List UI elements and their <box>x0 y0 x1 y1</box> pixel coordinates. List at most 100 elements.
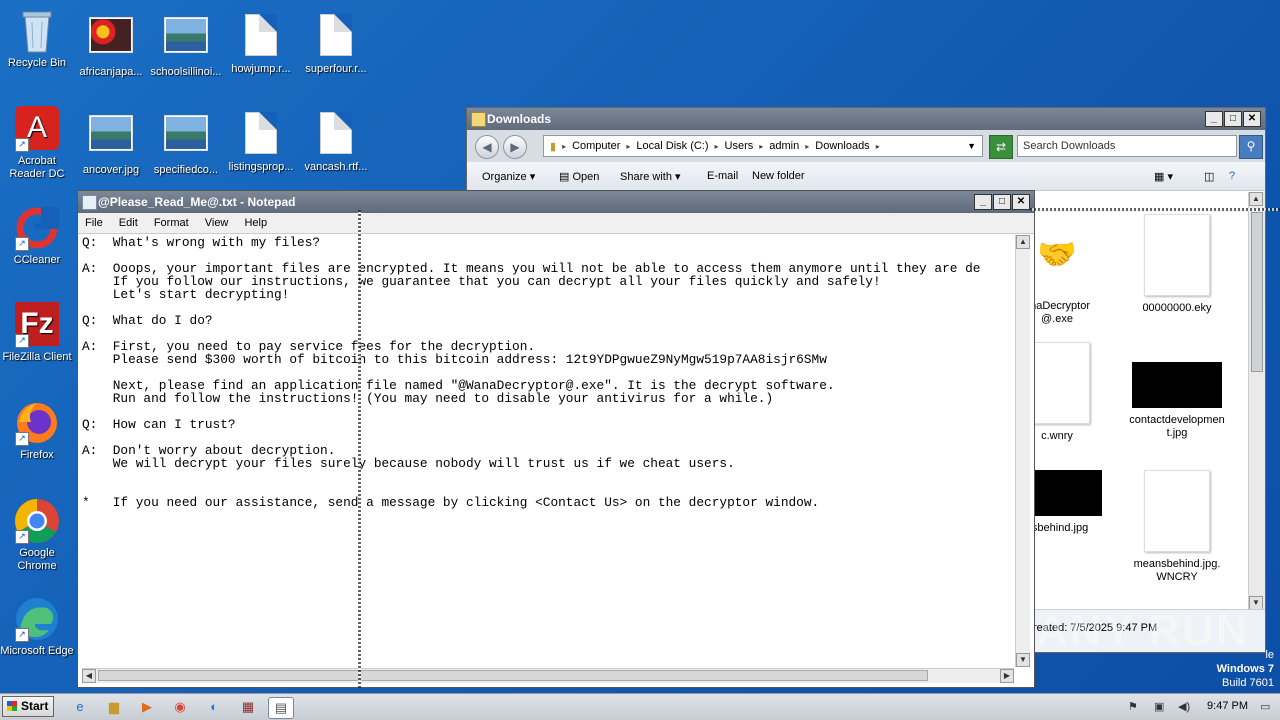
close-button[interactable]: ✕ <box>1012 194 1030 210</box>
file-item[interactable]: 00000000.eky <box>1129 214 1225 315</box>
breadcrumb-admin[interactable]: admin <box>769 140 799 152</box>
document-icon <box>312 112 360 158</box>
scroll-right-icon[interactable]: ▶ <box>1000 669 1014 683</box>
desktop-icon-schoolsillinoi[interactable]: schoolsillinoi... <box>149 12 223 79</box>
document-icon <box>237 112 285 158</box>
desktop-icon-listingsprop[interactable]: listingsprop... <box>224 110 298 174</box>
address-bar[interactable]: ▮ ▸ Computer ▸ Local Disk (C:) ▸ Users ▸… <box>543 135 983 157</box>
file-item[interactable]: contactdevelopmen t.jpg <box>1129 342 1225 440</box>
document-icon <box>312 14 360 60</box>
organize-button[interactable]: Organize ▾ <box>482 170 535 183</box>
menu-help[interactable]: Help <box>244 217 267 229</box>
breadcrumb-downloads[interactable]: Downloads <box>815 140 869 152</box>
chevron-right-icon: ▸ <box>562 141 567 151</box>
notepad-titlebar[interactable]: @Please_Read_Me@.txt - Notepad _ □ ✕ <box>78 191 1034 213</box>
scroll-thumb[interactable] <box>98 670 928 681</box>
desktop-icon-edge[interactable]: ↗ Microsoft Edge <box>0 596 74 658</box>
breadcrumb-users[interactable]: Users <box>725 140 754 152</box>
desktop-icon-africanjapa[interactable]: africanjapa... <box>74 12 148 79</box>
menu-format[interactable]: Format <box>154 217 189 229</box>
winrar-icon[interactable]: ▦ <box>236 697 260 717</box>
maximize-button[interactable]: □ <box>1224 111 1242 127</box>
image-icon <box>162 17 210 63</box>
start-button[interactable]: Start <box>2 696 54 717</box>
share-with-button[interactable]: Share with ▾ <box>620 170 681 183</box>
document-icon <box>237 14 285 60</box>
menu-file[interactable]: File <box>85 217 103 229</box>
notepad-taskbar-icon[interactable]: ▤ <box>268 697 294 719</box>
menu-bar: File Edit Format View Help <box>78 213 1034 234</box>
image-icon <box>87 115 135 161</box>
scroll-left-icon[interactable]: ◀ <box>82 669 96 683</box>
horizontal-scrollbar[interactable]: ◀ ▶ <box>82 668 1014 683</box>
breadcrumb-computer[interactable]: Computer <box>572 140 620 152</box>
desktop-icon-vancash[interactable]: vancash.rtf... <box>299 110 373 174</box>
edge-icon[interactable]: ◐ <box>202 697 226 717</box>
icon-label: Acrobat Reader DC <box>9 155 65 180</box>
document-icon <box>1144 214 1210 296</box>
desktop-icon-firefox[interactable]: ↗ Firefox <box>0 400 74 462</box>
explorer-scrollbar[interactable]: ▲ ▼ <box>1248 192 1265 610</box>
notepad-window[interactable]: @Please_Read_Me@.txt - Notepad _ □ ✕ Fil… <box>77 190 1035 688</box>
recycle-bin-icon <box>13 8 61 54</box>
back-button[interactable]: ◀ <box>475 135 499 159</box>
menu-edit[interactable]: Edit <box>119 217 138 229</box>
explorer-titlebar[interactable]: Downloads _ □ ✕ <box>467 108 1265 130</box>
clock[interactable]: 9:47 PM <box>1207 700 1248 712</box>
desktop-icon-recycle-bin[interactable]: Recycle Bin <box>0 8 74 70</box>
icon-label: ancover.jpg <box>82 164 140 176</box>
network-icon[interactable]: ▣ <box>1154 700 1164 713</box>
search-icon[interactable]: ⚲ <box>1239 135 1263 159</box>
email-button[interactable]: E-mail <box>707 170 738 182</box>
minimize-button[interactable]: _ <box>974 194 992 210</box>
scroll-thumb[interactable] <box>1251 212 1263 372</box>
volume-icon[interactable]: ◀) <box>1178 700 1190 713</box>
chrome-icon[interactable]: ◉ <box>168 697 192 717</box>
minimize-button[interactable]: _ <box>1205 111 1223 127</box>
desktop-icon-ccleaner[interactable]: ↗ CCleaner <box>0 205 74 267</box>
media-player-icon[interactable]: ▶ <box>135 697 159 717</box>
chevron-down-icon[interactable]: ▼ <box>967 141 976 151</box>
internet-explorer-icon[interactable]: e <box>68 697 92 717</box>
scroll-down-icon[interactable]: ▼ <box>1249 596 1263 610</box>
desktop-icon-specifiedco[interactable]: specifiedco... <box>149 110 223 177</box>
image-icon <box>162 115 210 161</box>
window-title: @Please_Read_Me@.txt - Notepad <box>98 195 296 209</box>
icon-label: vancash.rtf... <box>304 161 368 173</box>
file-explorer-icon[interactable]: ▆ <box>102 697 126 717</box>
open-button[interactable]: ▤ Open <box>559 170 599 183</box>
preview-pane-icon[interactable]: ◫ <box>1204 170 1214 183</box>
flag-icon[interactable]: ⚑ <box>1128 700 1138 713</box>
acrobat-icon: A ↗ <box>13 106 61 152</box>
text-editor[interactable]: Q: What's wrong with my files? A: Ooops,… <box>82 235 1014 667</box>
vertical-scrollbar[interactable]: ▲ ▼ <box>1015 235 1030 667</box>
help-icon[interactable]: ? <box>1229 170 1235 182</box>
desktop-icon-ancover[interactable]: ancover.jpg <box>74 110 148 177</box>
filezilla-icon: Fz ↗ <box>13 302 61 348</box>
maximize-button[interactable]: □ <box>993 194 1011 210</box>
desktop-icon-chrome[interactable]: ↗ Google Chrome <box>0 498 74 573</box>
document-icon <box>1144 470 1210 552</box>
selection-guide-horizontal <box>1030 208 1280 211</box>
chevron-right-icon: ▸ <box>759 141 764 151</box>
refresh-button[interactable]: ⇄ <box>989 135 1013 159</box>
new-folder-button[interactable]: New folder <box>752 170 805 182</box>
view-options-icon[interactable]: ▦ ▾ <box>1154 170 1173 183</box>
chevron-right-icon: ▸ <box>626 141 631 151</box>
search-input[interactable]: Search Downloads <box>1017 135 1237 157</box>
scroll-up-icon[interactable]: ▲ <box>1016 235 1030 249</box>
desktop-icon-filezilla[interactable]: Fz ↗ FileZilla Client <box>0 302 74 364</box>
menu-view[interactable]: View <box>205 217 229 229</box>
close-button[interactable]: ✕ <box>1243 111 1261 127</box>
icon-label: africanjapa... <box>79 66 143 78</box>
show-desktop-icon[interactable]: ▭ <box>1260 700 1270 713</box>
scroll-down-icon[interactable]: ▼ <box>1016 653 1030 667</box>
scroll-up-icon[interactable]: ▲ <box>1249 192 1263 206</box>
breadcrumb-local-disk[interactable]: Local Disk (C:) <box>636 140 708 152</box>
desktop-icon-howjump[interactable]: howjump.r... <box>224 12 298 76</box>
desktop-icon-acrobat[interactable]: A ↗ Acrobat Reader DC <box>0 106 74 181</box>
file-item[interactable]: meansbehind.jpg. WNCRY <box>1129 470 1225 584</box>
folder-icon: ▮ <box>550 140 557 153</box>
forward-button[interactable]: ▶ <box>503 135 527 159</box>
desktop-icon-superfour[interactable]: superfour.r... <box>299 12 373 76</box>
